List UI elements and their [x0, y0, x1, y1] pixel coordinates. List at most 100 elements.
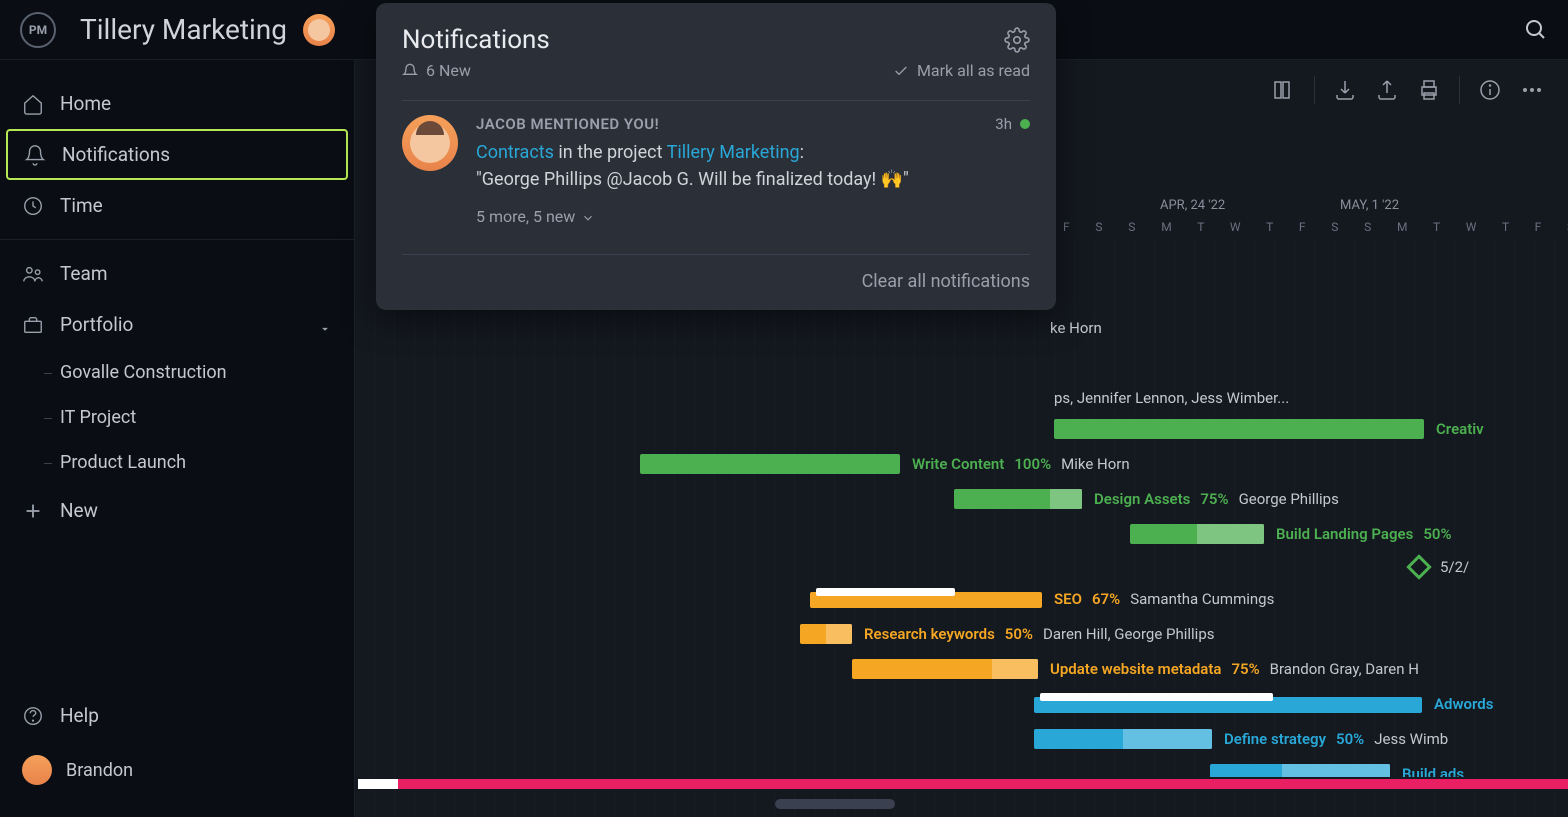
- notification-heading: JACOB MENTIONED YOU!: [476, 115, 659, 133]
- sidebar-label: Portfolio: [60, 313, 133, 336]
- bell-small-icon: [402, 63, 418, 79]
- milestone-label: 5/2/: [1440, 558, 1469, 576]
- sidebar-item-portfolio[interactable]: Portfolio: [0, 299, 354, 350]
- gantt-row: Define strategy 50% Jess Wimb: [355, 722, 1568, 756]
- toolbar: [1248, 60, 1568, 120]
- chevron-down-icon: [318, 318, 332, 332]
- gear-icon[interactable]: [1004, 27, 1030, 53]
- notification-item[interactable]: JACOB MENTIONED YOU! 3h Contracts in the…: [402, 100, 1030, 240]
- gantt-bar-label: Define strategy 50% Jess Wimb: [1224, 729, 1448, 749]
- pm-logo[interactable]: PM: [20, 12, 56, 48]
- sidebar-label: Notifications: [62, 143, 170, 166]
- horizontal-scrollbar[interactable]: [775, 799, 895, 809]
- user-avatar-icon: [22, 755, 52, 785]
- timeline-days: F S S M T W T F S S M T W T F S S: [1063, 220, 1568, 234]
- sidebar-label: Time: [60, 194, 103, 217]
- clock-icon: [22, 195, 44, 217]
- import-icon[interactable]: [1333, 78, 1357, 102]
- sidebar-item-time[interactable]: Time: [0, 180, 354, 231]
- notification-count: 6 New: [402, 61, 471, 80]
- notifications-panel: Notifications 6 New Mark all as read JAC…: [376, 3, 1056, 310]
- gantt-row: 5/2/: [355, 552, 1568, 586]
- team-icon: [22, 263, 44, 285]
- gantt-bar-label: Update website metadata 75% Brandon Gray…: [1050, 659, 1419, 679]
- notification-link[interactable]: Tillery Marketing: [667, 142, 800, 163]
- gantt-bar[interactable]: [954, 489, 1082, 509]
- print-icon[interactable]: [1417, 78, 1441, 102]
- gantt-bar[interactable]: [852, 659, 1038, 679]
- gantt-bar-label: Build ads: [1402, 764, 1464, 777]
- search-icon[interactable]: [1524, 18, 1548, 42]
- gantt-summary-label: SEO 67% Samantha Cummings: [1054, 589, 1274, 609]
- gantt-bar-label: Write Content 100% Mike Horn: [912, 454, 1130, 474]
- info-icon[interactable]: [1478, 78, 1502, 102]
- month-label: APR, 24 '22: [1160, 198, 1225, 213]
- portfolio-sub-item[interactable]: Product Launch: [0, 440, 354, 485]
- sidebar-item-team[interactable]: Team: [0, 248, 354, 299]
- mark-all-read-button[interactable]: Mark all as read: [893, 61, 1030, 80]
- notification-expand[interactable]: 5 more, 5 new: [476, 207, 1030, 226]
- check-icon: [893, 63, 909, 79]
- sidebar-item-notifications[interactable]: Notifications: [6, 129, 348, 180]
- gantt-row: SEO 67% Samantha Cummings: [355, 582, 1568, 616]
- chevron-down-icon: [581, 210, 595, 224]
- clear-all-button[interactable]: Clear all notifications: [402, 254, 1030, 292]
- sidebar-label: Help: [60, 704, 99, 727]
- unread-dot-icon: [1020, 119, 1030, 129]
- gantt-row: Write Content 100% Mike Horn: [355, 447, 1568, 481]
- gantt-bar[interactable]: [800, 624, 852, 644]
- gantt-bar[interactable]: [1130, 524, 1264, 544]
- columns-icon[interactable]: [1272, 78, 1296, 102]
- overall-progress-bar: [358, 779, 1568, 789]
- notification-link[interactable]: Contracts: [476, 142, 554, 163]
- sidebar-item-help[interactable]: Help: [0, 690, 354, 741]
- gantt-bar-label: Design Assets 75% George Phillips: [1094, 489, 1339, 509]
- gantt-row: Research keywords 50% Daren Hill, George…: [355, 617, 1568, 651]
- help-icon: [22, 705, 44, 727]
- gantt-row: Update website metadata 75% Brandon Gray…: [355, 652, 1568, 686]
- more-icon[interactable]: [1520, 78, 1544, 102]
- plus-icon: [22, 500, 44, 522]
- project-avatar[interactable]: [303, 14, 335, 46]
- gantt-bar[interactable]: [1054, 419, 1424, 439]
- notification-message: Contracts in the project Tillery Marketi…: [476, 139, 1030, 193]
- overall-progress-fill: [358, 779, 398, 789]
- sidebar-item-home[interactable]: Home: [0, 78, 354, 129]
- user-name: Brandon: [66, 760, 133, 781]
- gantt-row: Build Landing Pages 50%: [355, 517, 1568, 551]
- gantt-summary-label: Adwords: [1434, 694, 1493, 714]
- gantt-bar[interactable]: [1210, 764, 1390, 777]
- gantt-row: Design Assets 75% George Phillips: [355, 482, 1568, 516]
- gantt-row: Creativ: [355, 412, 1568, 446]
- notifications-title: Notifications: [402, 25, 550, 55]
- portfolio-sub-item[interactable]: Govalle Construction: [0, 350, 354, 395]
- sidebar-label: Team: [60, 262, 108, 285]
- gantt-row: Adwords: [355, 687, 1568, 721]
- gantt-bar[interactable]: [1034, 729, 1212, 749]
- sidebar-user[interactable]: Brandon: [0, 741, 354, 799]
- sidebar-item-new[interactable]: New: [0, 485, 354, 536]
- gantt-text: ps, Jennifer Lennon, Jess Wimber...: [1054, 389, 1289, 407]
- month-label: MAY, 1 '22: [1340, 198, 1399, 213]
- project-title: Tillery Marketing: [80, 13, 287, 46]
- notification-avatar: [402, 115, 458, 171]
- gantt-bar-label: Creativ: [1436, 419, 1484, 439]
- sidebar: Home Notifications Time Team Portfolio G…: [0, 60, 355, 817]
- home-icon: [22, 93, 44, 115]
- gantt-chart[interactable]: ke Horn ps, Jennifer Lennon, Jess Wimber.…: [355, 260, 1568, 777]
- gantt-row: ke Horn: [355, 312, 1568, 346]
- briefcase-icon: [22, 314, 44, 336]
- gantt-row: Build ads: [355, 757, 1568, 777]
- gantt-bar-label: Research keywords 50% Daren Hill, George…: [864, 624, 1214, 644]
- milestone-icon[interactable]: [1406, 554, 1431, 579]
- gantt-bar[interactable]: [640, 454, 900, 474]
- gantt-bar-label: Build Landing Pages 50%: [1276, 524, 1462, 544]
- gantt-text: ke Horn: [1050, 319, 1102, 337]
- bell-icon: [24, 144, 46, 166]
- portfolio-sub-item[interactable]: IT Project: [0, 395, 354, 440]
- export-icon[interactable]: [1375, 78, 1399, 102]
- gantt-row: ps, Jennifer Lennon, Jess Wimber...: [355, 382, 1568, 416]
- sidebar-label: New: [60, 499, 98, 522]
- notification-time: 3h: [995, 115, 1030, 133]
- sidebar-label: Home: [60, 92, 111, 115]
